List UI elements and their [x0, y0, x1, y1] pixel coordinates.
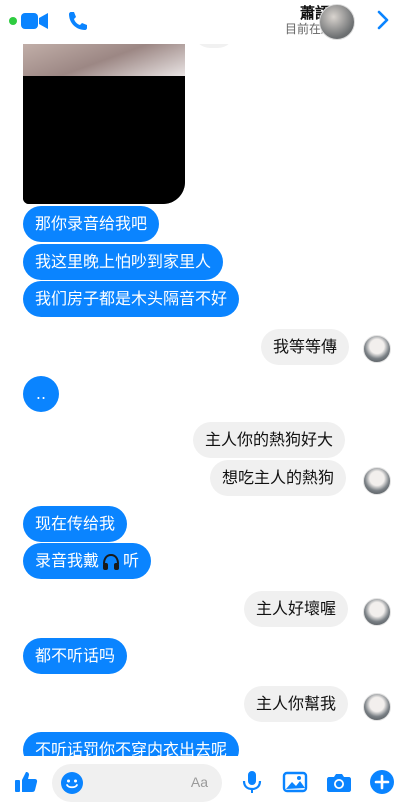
message-text: 主人你幫我 — [256, 694, 337, 713]
microphone-icon[interactable] — [238, 768, 266, 796]
message-text: .. — [35, 384, 47, 403]
video-call-icon[interactable] — [8, 8, 52, 34]
message-text: 想吃主人的熱狗 — [222, 468, 335, 487]
message-bubble-outgoing[interactable]: 录音我戴 听 — [23, 543, 152, 579]
message-text: 我这里晚上怕吵到家里人 — [35, 252, 212, 271]
message-text: 主人你的熱狗好大 — [205, 430, 334, 449]
image-dark-area — [23, 76, 185, 204]
message-text: 那你录音给我吧 — [35, 214, 148, 233]
message-bubble-outgoing[interactable]: 我们房子都是木头隔音不好 — [23, 281, 240, 317]
message-bubble-outgoing[interactable]: 那你录音给我吧 — [23, 206, 160, 242]
message-bubble-incoming[interactable]: 我等等傳 — [261, 329, 350, 365]
sender-avatar — [363, 693, 391, 721]
shared-image[interactable] — [23, 34, 185, 204]
header-actions — [8, 8, 90, 34]
message-text: 主人好壞喔 — [256, 599, 337, 618]
sender-avatar — [363, 598, 391, 626]
message-bubble-incoming[interactable]: 想吃主人的熱狗 — [210, 460, 347, 496]
message-bubble-outgoing[interactable]: 我这里晚上怕吵到家里人 — [23, 244, 224, 280]
message-text-end: 听 — [123, 551, 140, 570]
thumbs-up-icon[interactable] — [12, 768, 40, 796]
sender-avatar — [363, 467, 391, 495]
message-input[interactable]: Aa — [52, 764, 222, 802]
message-bubble-incoming[interactable]: 主人你幫我 — [244, 686, 349, 722]
message-bubble-outgoing[interactable]: 现在传给我 — [23, 506, 128, 542]
camera-icon[interactable] — [325, 768, 353, 796]
add-icon[interactable] — [368, 768, 396, 796]
message-bubble-incoming[interactable]: 主人你的熱狗好大 — [193, 422, 346, 458]
input-placeholder: Aa — [190, 774, 208, 790]
message-text-start: 录音我戴 — [35, 551, 100, 570]
message-text: 现在传给我 — [35, 514, 116, 533]
emoji-icon[interactable] — [60, 771, 84, 795]
phone-icon[interactable] — [66, 9, 90, 33]
message-bubble-outgoing[interactable]: 都不听话吗 — [23, 638, 128, 674]
chat-header: 蕭語珊 目前在線上 — [0, 0, 407, 44]
gallery-icon[interactable] — [281, 768, 309, 796]
contact-avatar[interactable] — [319, 4, 355, 40]
sender-avatar — [363, 335, 391, 363]
message-text: 我们房子都是木头隔音不好 — [35, 289, 228, 308]
composer-bar: Aa — [0, 756, 407, 810]
back-chevron-icon[interactable] — [371, 8, 395, 32]
message-text: 我等等傳 — [273, 337, 338, 356]
message-bubble-incoming[interactable]: 主人好壞喔 — [244, 591, 349, 627]
message-text: 都不听话吗 — [35, 646, 116, 665]
headphones-icon — [103, 553, 120, 570]
message-bubble-outgoing[interactable]: .. — [23, 376, 59, 412]
